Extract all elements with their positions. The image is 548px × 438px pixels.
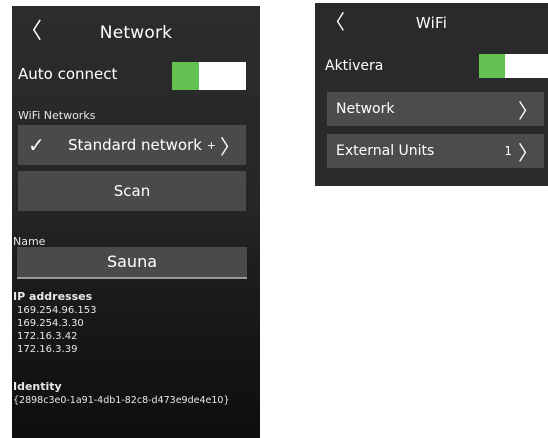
identity-value: {2898c3e0-1a91-4db1-82c8-d473e9de4e10} (13, 395, 230, 406)
scan-button-label: Scan (113, 182, 151, 200)
back-chevron-icon[interactable]: 〈 (20, 21, 42, 43)
page-title: Network (99, 23, 173, 43)
activate-toggle[interactable] (479, 54, 548, 78)
chevron-right-icon: 〉 (518, 140, 538, 165)
network-row-label: Network (336, 101, 395, 117)
wifi-networks-label: WiFi Networks (18, 109, 96, 122)
ip-address-4: 172.16.3.39 (17, 344, 78, 355)
selected-network-button[interactable]: ✓ Standard network + 〉 (18, 125, 246, 165)
toggle-off-segment (199, 62, 246, 90)
identity-heading: Identity (13, 380, 62, 393)
name-input[interactable]: Sauna (17, 247, 247, 279)
ip-address-3: 172.16.3.42 (17, 331, 78, 342)
plus-icon: + (206, 138, 216, 152)
activate-label: Aktivera (325, 58, 384, 74)
ip-address-2: 169.254.3.30 (17, 318, 84, 329)
ip-address-1: 169.254.96.153 (17, 305, 97, 316)
network-row[interactable]: Network 〉 (327, 92, 544, 126)
auto-connect-label: Auto connect (18, 65, 118, 83)
chevron-right-icon: 〉 (220, 134, 240, 159)
wifi-screen: 〈 WiFi Aktivera Network 〉 External Units… (315, 3, 548, 186)
selected-network-label: Standard network (68, 136, 202, 154)
back-chevron-icon[interactable]: 〈 (325, 12, 345, 32)
toggle-on-segment (172, 62, 199, 90)
network-header: 〈 Network (12, 6, 260, 60)
auto-connect-toggle[interactable] (172, 62, 246, 90)
network-screen: 〈 Network Auto connect WiFi Networks ✓ S… (12, 6, 260, 438)
toggle-on-segment (479, 54, 505, 78)
wifi-header: 〈 WiFi (315, 3, 548, 43)
external-units-row-label: External Units (336, 143, 435, 159)
checkmark-icon: ✓ (28, 133, 45, 157)
scan-button[interactable]: Scan (18, 171, 246, 211)
external-units-count: 1 (504, 144, 512, 158)
external-units-row[interactable]: External Units 1 〉 (327, 134, 544, 168)
toggle-off-segment (505, 54, 548, 78)
ip-addresses-heading: IP addresses (13, 290, 93, 303)
page-title: WiFi (415, 14, 448, 32)
chevron-right-icon: 〉 (518, 98, 538, 123)
